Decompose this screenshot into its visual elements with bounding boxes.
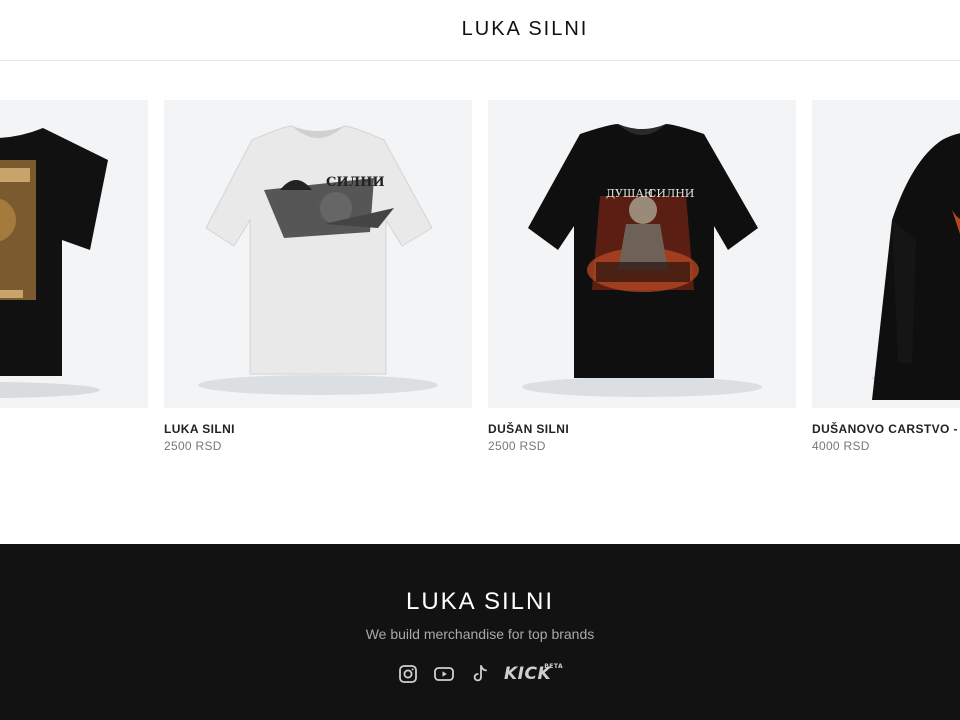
product-card[interactable]: ДУШАН СИЛНИ DUŠAN SILNI 2500 RSD (488, 100, 796, 453)
product-image[interactable]: ДУШАН СИЛНИ (488, 100, 796, 408)
product-card[interactable] (0, 100, 148, 422)
instagram-icon[interactable] (396, 662, 420, 686)
shirt-text: СИЛНИ (326, 175, 385, 190)
product-image[interactable] (812, 100, 960, 408)
product-name[interactable]: DUŠAN SILNI (488, 422, 796, 436)
site-footer: LUKA SILNI We build merchandise for top … (0, 544, 960, 720)
tsar-print (587, 196, 699, 292)
social-links: KICK BETA (396, 662, 563, 686)
product-card[interactable]: СИЛНИ LUKA SILNI 2500 RSD (164, 100, 472, 453)
product-price: 2500 RSD (488, 439, 546, 453)
product-name[interactable]: DUŠANOVO CARSTVO - D (812, 422, 960, 436)
product-price: 2500 RSD (164, 439, 222, 453)
product-image[interactable]: СИЛНИ (164, 100, 472, 408)
product-name[interactable]: LUKA SILNI (164, 422, 472, 436)
black-tshirt-icon (0, 128, 108, 398)
product-price: 4000 RSD (812, 439, 870, 453)
shirt-text-left: ДУШАН (606, 187, 653, 200)
site-header: LUKA SILNI (0, 0, 960, 61)
shirt-text-right: СИЛНИ (648, 187, 694, 200)
black-hoodie-icon (872, 133, 960, 400)
kick-icon[interactable]: KICK BETA (504, 662, 563, 686)
tiktok-icon[interactable] (468, 662, 492, 686)
kick-beta-label: BETA (544, 663, 564, 670)
product-card[interactable]: DUŠANOVO CARSTVO - D 4000 RSD (812, 100, 960, 453)
footer-tagline: We build merchandise for top brands (365, 626, 595, 642)
white-tshirt-icon: СИЛНИ (198, 125, 438, 395)
product-carousel[interactable]: СИЛНИ LUKA SILNI 2500 RSD ДУШАН СИЛНИ DU… (0, 100, 960, 480)
footer-logo[interactable]: LUKA SILNI (0, 588, 960, 616)
youtube-icon[interactable] (432, 662, 456, 686)
site-logo[interactable]: LUKA SILNI (0, 18, 960, 41)
product-image[interactable] (0, 100, 148, 408)
black-tshirt-icon: ДУШАН СИЛНИ (522, 124, 762, 397)
